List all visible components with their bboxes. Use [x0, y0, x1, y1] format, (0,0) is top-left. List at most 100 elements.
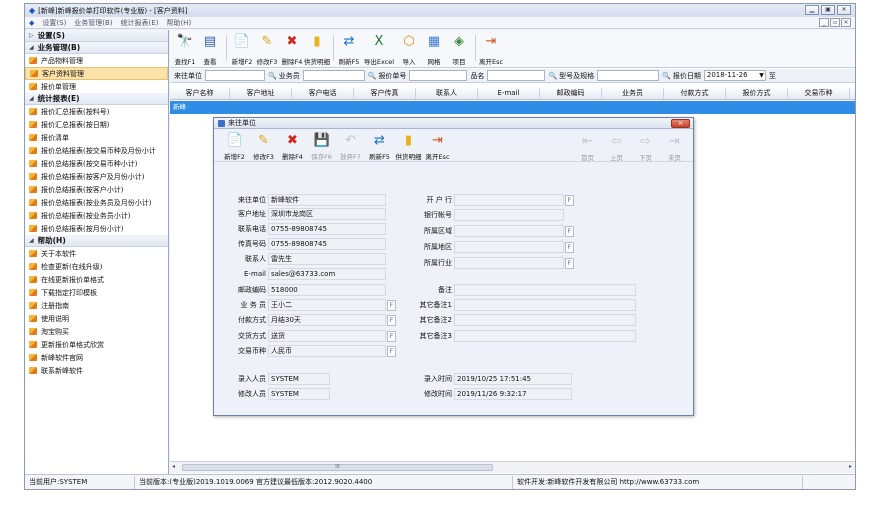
toolbar-button[interactable]: ✎ 修改F3 [255, 30, 279, 67]
dialog-toolbar-button[interactable]: 📄 新增F2 [220, 129, 249, 161]
pick-button[interactable]: F [565, 257, 574, 269]
column-header[interactable]: 客户地址 [230, 88, 292, 99]
filter-salesman-input[interactable] [302, 70, 365, 81]
collapse-icon[interactable]: ◢ [29, 95, 34, 102]
industry-field[interactable] [454, 257, 564, 269]
sidebar-item[interactable]: 报价单管理 [25, 80, 168, 93]
sidebar-item[interactable]: 报价总结报表(按客户小计) [25, 183, 168, 196]
dialog-toolbar-button[interactable]: ✎ 修改F3 [249, 129, 278, 161]
sidebar-item[interactable]: 报价总结报表(按业务员小计) [25, 209, 168, 222]
contact-field[interactable]: 雷先生 [268, 253, 386, 265]
email-field[interactable]: sales@63733.com [268, 268, 386, 280]
sidebar-item[interactable]: 检查更新(在线升级) [25, 260, 168, 273]
search-icon[interactable]: 🔍 [662, 72, 671, 80]
sidebar-item[interactable]: 下载指定打印模板 [25, 286, 168, 299]
close-button[interactable]: ✕ [837, 5, 851, 15]
remark1-field[interactable] [454, 299, 636, 311]
dialog-toolbar-button[interactable]: ▮ 供货明细 [394, 129, 423, 161]
sidebar-item[interactable]: 淘宝购买 [25, 325, 168, 338]
menu-reports[interactable]: 统计报表(E) [121, 18, 159, 28]
pick-button[interactable]: F [387, 299, 396, 311]
dialog-toolbar-button[interactable]: ✖ 删除F4 [278, 129, 307, 161]
sidebar-item[interactable]: 报价总结报表(按月份小计) [25, 222, 168, 235]
column-header[interactable]: 业务员 [602, 88, 664, 99]
horizontal-scrollbar[interactable]: ◂ III ▸ [170, 461, 855, 473]
sidebar-group[interactable]: ◢ 业务管理(B) [25, 42, 168, 54]
sidebar-item[interactable]: 报价汇总报表(按料号) [25, 105, 168, 118]
pick-button[interactable]: F [387, 314, 396, 326]
table-row[interactable]: 新峰 [170, 101, 855, 114]
toolbar-button[interactable]: ▮ 供货明细 [304, 30, 330, 67]
mdi-minimize-button[interactable]: _ [819, 18, 829, 27]
sidebar-item[interactable]: 报价总结报表(按客户及月份小计) [25, 170, 168, 183]
filter-model-input[interactable] [597, 70, 660, 81]
sidebar-item[interactable]: 产品物料管理 [25, 54, 168, 67]
toolbar-button[interactable]: ◈ 项目 [447, 30, 471, 67]
menu-help[interactable]: 帮助(H) [166, 18, 191, 28]
toolbar-button[interactable]: ✖ 删除F4 [280, 30, 304, 67]
sidebar-group[interactable]: ▷ 设置(S) [25, 30, 168, 42]
column-header[interactable]: 交易币种 [788, 88, 850, 99]
toolbar-button[interactable]: ▤ 查看 [198, 30, 222, 67]
maximize-button[interactable]: ▣ [821, 5, 835, 15]
toolbar-button[interactable]: 📄 新增F2 [230, 30, 254, 67]
column-header[interactable]: 邮政编码 [540, 88, 602, 99]
entered-by-field[interactable]: SYSTEM [268, 373, 330, 385]
zip-field[interactable]: 518000 [268, 284, 386, 296]
toolbar-button[interactable]: ⬡ 导入 [397, 30, 421, 67]
filter-customer-input[interactable] [205, 70, 265, 81]
sidebar-item[interactable]: 客户资料管理 [25, 67, 168, 80]
remark-field[interactable] [454, 284, 636, 296]
toolbar-button[interactable]: ⇥ 离开Esc [479, 30, 503, 67]
remark2-field[interactable] [454, 314, 636, 326]
menu-business[interactable]: 业务管理(B) [74, 18, 112, 28]
payment-field[interactable]: 月结30天 [268, 314, 386, 326]
menu-settings[interactable]: 设置(S) [42, 18, 66, 28]
delivery-field[interactable]: 送货 [268, 330, 386, 342]
filter-date-picker[interactable]: 2018-11-26 ▼ [703, 70, 766, 81]
sidebar-item[interactable]: 新峰软件官网 [25, 351, 168, 364]
sidebar-group[interactable]: ◢ 统计报表(E) [25, 93, 168, 105]
mdi-restore-button[interactable]: ▫ [830, 18, 840, 27]
dialog-toolbar-button[interactable]: ⇥ 离开Esc [423, 129, 452, 161]
phone-field[interactable]: 0755-89808745 [268, 223, 386, 235]
sidebar-item[interactable]: 报价总结报表(按交易币种及月份小计 [25, 144, 168, 157]
bank-field[interactable] [454, 194, 564, 206]
pick-button[interactable]: F [565, 194, 574, 206]
minimize-button[interactable]: ▁ [805, 5, 819, 15]
search-icon[interactable]: 🔍 [368, 72, 377, 80]
account-field[interactable] [454, 209, 564, 221]
pick-button[interactable]: F [565, 241, 574, 253]
remark3-field[interactable] [454, 330, 636, 342]
scroll-right-icon[interactable]: ▸ [849, 463, 852, 470]
sidebar-item[interactable]: 报价总结报表(按交易币种小计) [25, 157, 168, 170]
modified-time-field[interactable]: 2019/11/26 9:32:17 [454, 388, 572, 400]
search-icon[interactable]: 🔍 [548, 72, 557, 80]
scrollbar-thumb[interactable]: III [182, 464, 493, 471]
address-field[interactable]: 深圳市龙岗区 [268, 208, 386, 220]
sidebar-item[interactable]: 报价汇总报表(按日期) [25, 118, 168, 131]
collapse-icon[interactable]: ◢ [29, 237, 34, 244]
pick-button[interactable]: F [387, 345, 396, 357]
expand-icon[interactable]: ▷ [29, 32, 34, 39]
currency-field[interactable]: 人民币 [268, 345, 386, 357]
sidebar-item[interactable]: 在线更新报价单格式 [25, 273, 168, 286]
entered-time-field[interactable]: 2019/10/25 17:51:45 [454, 373, 572, 385]
region-field[interactable] [454, 241, 564, 253]
toolbar-button[interactable]: ⇄ 刷新F5 [337, 30, 361, 67]
salesman-field[interactable]: 王小二 [268, 299, 386, 311]
pick-button[interactable]: F [387, 330, 396, 342]
sidebar-item[interactable]: 更新报价单格式欣赏 [25, 338, 168, 351]
mdi-close-button[interactable]: × [841, 18, 851, 27]
pick-button[interactable]: F [565, 225, 574, 237]
zone-field[interactable] [454, 225, 564, 237]
column-header[interactable]: 客户名称 [170, 88, 230, 99]
column-header[interactable]: 联系人 [416, 88, 478, 99]
toolbar-button[interactable]: 🔭 查找F1 [173, 30, 197, 67]
sidebar-item[interactable]: 注册指南 [25, 299, 168, 312]
sidebar-item[interactable]: 使用说明 [25, 312, 168, 325]
search-icon[interactable]: 🔍 [268, 72, 277, 80]
toolbar-button[interactable]: X 导出Excel [362, 30, 396, 67]
modified-by-field[interactable]: SYSTEM [268, 388, 330, 400]
column-header[interactable]: 客户传真 [354, 88, 416, 99]
